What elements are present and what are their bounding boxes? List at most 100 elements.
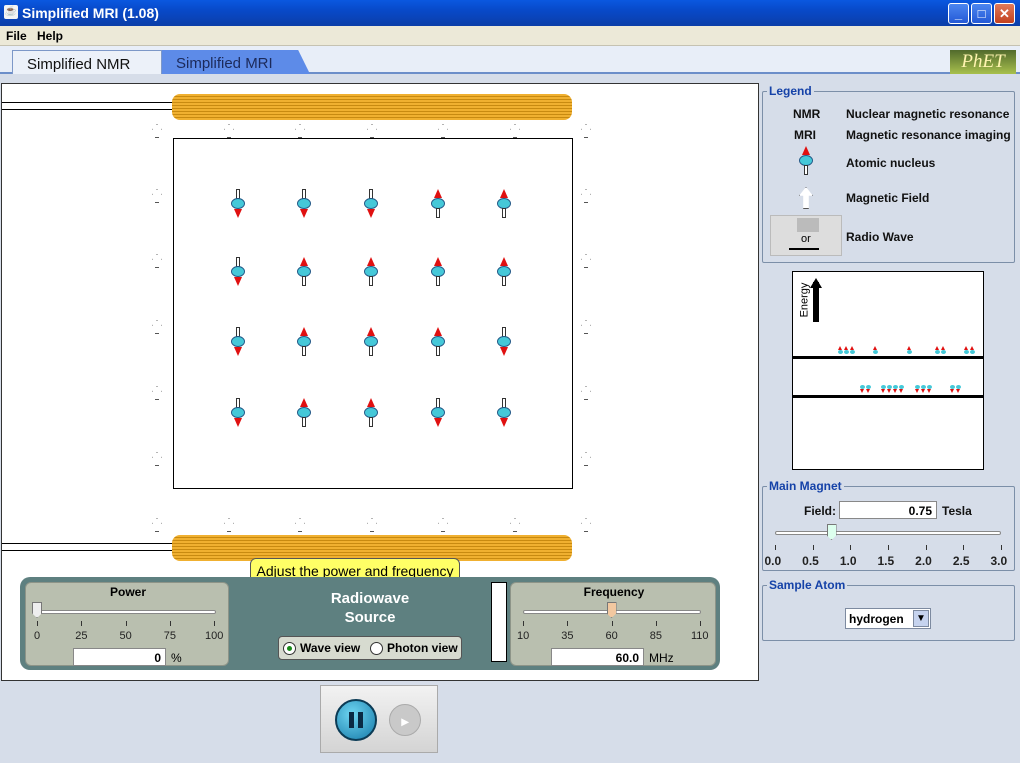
- tick-label: 50: [119, 630, 132, 642]
- atomic-nucleus-icon: [799, 146, 813, 176]
- slider-tick: [888, 545, 889, 550]
- field-arrow: [152, 124, 162, 138]
- wave-view-radio[interactable]: [283, 642, 296, 655]
- sample-atom-value: hydrogen: [849, 612, 904, 626]
- atomic-nucleus: [497, 257, 511, 287]
- step-button[interactable]: ▸: [389, 704, 421, 736]
- field-arrow: [581, 189, 591, 203]
- spin-up-nucleus: [907, 346, 912, 355]
- field-arrow: [581, 386, 591, 400]
- frequency-label: Frequency: [583, 585, 645, 599]
- atomic-nucleus: [364, 189, 378, 219]
- spin-down-nucleus: [950, 385, 955, 394]
- wave-view-label[interactable]: Wave view: [300, 641, 360, 655]
- atomic-nucleus: [431, 189, 445, 219]
- slider-tick: [567, 621, 569, 626]
- energy-axis-label: Energy: [798, 282, 811, 318]
- power-slider-thumb[interactable]: [32, 602, 42, 618]
- main-magnet-panel: Main Magnet Field: 0.75 Tesla 0.0 0.5 1.0 1…: [762, 479, 1015, 571]
- slider-tick: [655, 621, 657, 626]
- power-slider-track[interactable]: [36, 610, 216, 614]
- atomic-nucleus: [497, 327, 511, 357]
- photon-view-radio[interactable]: [370, 642, 383, 655]
- frequency-value-field[interactable]: 60.0: [551, 648, 644, 666]
- spin-down-nucleus: [893, 385, 898, 394]
- legend-nmr-key: NMR: [793, 107, 821, 121]
- field-value-field[interactable]: 0.75: [839, 501, 937, 519]
- field-arrow: [152, 189, 162, 203]
- field-slider-thumb[interactable]: [826, 524, 837, 540]
- sample-atom-select[interactable]: hydrogen ▼: [845, 608, 931, 629]
- tab-simplified-nmr[interactable]: Simplified NMR: [12, 50, 162, 74]
- spin-down-nucleus: [921, 385, 926, 394]
- atomic-nucleus: [431, 398, 445, 428]
- tab-simplified-mri[interactable]: Simplified MRI: [162, 50, 310, 74]
- atomic-nucleus: [297, 398, 311, 428]
- slider-tick: [925, 545, 927, 550]
- frequency-panel: Frequency 10 35 60 85 110 60.0 MHz: [510, 582, 716, 666]
- slider-tick: [37, 621, 38, 626]
- spin-up-nucleus: [970, 346, 975, 355]
- legend-mri-text: Magnetic resonance imaging: [846, 128, 1011, 142]
- radio-wave-icon: or: [770, 215, 842, 256]
- tick-label: 85: [649, 630, 662, 642]
- field-arrow: [438, 124, 448, 138]
- spin-down-nucleus: [866, 385, 871, 394]
- legend-radiowave-text: Radio Wave: [846, 230, 914, 244]
- tick-label: 1.0: [839, 554, 857, 568]
- title-bar: ☕ Simplified MRI (1.08) _ □ ✕: [0, 0, 1020, 26]
- minimize-button[interactable]: _: [948, 3, 969, 24]
- slider-tick: [523, 621, 524, 626]
- slider-tick: [125, 621, 127, 626]
- slider-tick: [812, 545, 814, 550]
- atomic-nucleus: [431, 327, 445, 357]
- field-arrow: [438, 518, 448, 532]
- atomic-nucleus: [231, 398, 245, 428]
- field-arrow: [367, 124, 377, 138]
- menu-file[interactable]: File: [6, 29, 27, 43]
- tick-label: 75: [163, 630, 176, 642]
- photon-view-label[interactable]: Photon view: [387, 641, 458, 655]
- field-arrow: [581, 320, 591, 334]
- field-slider-track[interactable]: [775, 531, 1001, 535]
- spin-up-nucleus: [844, 346, 849, 355]
- field-arrow: [295, 518, 305, 532]
- tick-label: 3.0: [990, 554, 1008, 568]
- field-arrow: [295, 124, 305, 138]
- tick-label: 110: [691, 630, 709, 642]
- tick-label: 10: [517, 630, 530, 642]
- signal-meter: [491, 582, 507, 662]
- slider-tick: [850, 545, 852, 550]
- power-value-field[interactable]: 0: [73, 648, 166, 666]
- legend-nucleus-text: Atomic nucleus: [846, 156, 936, 170]
- energy-level-diagram: Energy: [792, 271, 984, 470]
- field-arrow: [224, 518, 234, 532]
- field-arrow: [152, 320, 162, 334]
- tick-label: 0.0: [764, 554, 782, 568]
- main-magnet-title: Main Magnet: [767, 479, 844, 493]
- power-label: Power: [109, 585, 146, 599]
- slider-tick: [1001, 545, 1002, 550]
- frequency-slider-thumb[interactable]: [606, 602, 617, 618]
- power-panel: Power 0 25 50 75 100 0 %: [25, 582, 229, 666]
- field-arrow: [510, 518, 520, 532]
- spin-up-nucleus: [838, 346, 843, 355]
- phet-logo[interactable]: PhET: [950, 50, 1016, 74]
- field-arrow: [152, 518, 162, 532]
- chevron-down-icon[interactable]: ▼: [913, 610, 929, 627]
- atomic-nucleus: [297, 327, 311, 357]
- close-button[interactable]: ✕: [994, 3, 1015, 24]
- legend-field-text: Magnetic Field: [846, 191, 930, 205]
- frequency-unit: MHz: [649, 651, 674, 665]
- legend-panel: Legend NMR Nuclear magnetic resonance MR…: [762, 84, 1015, 263]
- atomic-nucleus: [364, 398, 378, 428]
- pause-button[interactable]: [335, 699, 377, 741]
- menu-help[interactable]: Help: [37, 29, 63, 43]
- view-mode-group: Wave view Photon view: [278, 636, 462, 660]
- atomic-nucleus: [364, 327, 378, 357]
- window-title: Simplified MRI (1.08): [22, 5, 159, 21]
- radiowave-source-title: Radiowave Source: [290, 589, 450, 627]
- maximize-button[interactable]: □: [971, 3, 992, 24]
- tick-label: 25: [75, 630, 88, 642]
- radio-wave-or-label: or: [801, 233, 811, 245]
